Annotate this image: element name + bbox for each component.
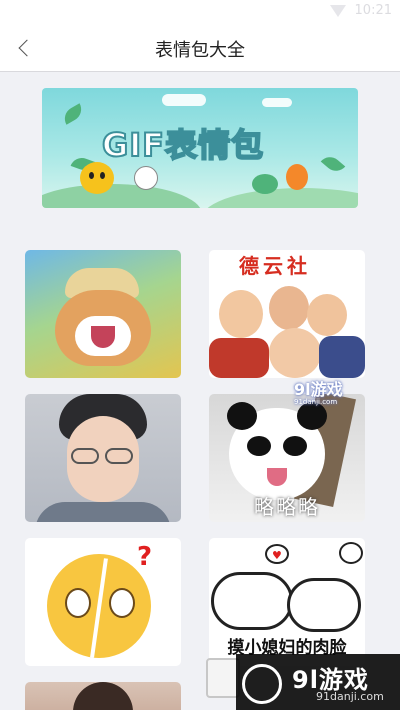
card-caption: 略略略 — [254, 495, 320, 519]
card-top-caption: 德云社 — [239, 254, 311, 278]
meme-card[interactable]: 德云社 — [209, 250, 365, 378]
wifi-icon — [330, 5, 346, 17]
orange-mascot — [286, 164, 308, 190]
meme-card[interactable]: 略略略 — [209, 394, 365, 522]
leaf-decoration — [60, 103, 86, 125]
green-dino-mascot — [252, 174, 278, 194]
caricature-face — [219, 290, 263, 338]
panda-ear — [297, 402, 327, 430]
watermark-logo: 9l游戏 91danji.com — [294, 380, 343, 406]
blob-face-right — [287, 578, 361, 632]
blue-suit — [319, 336, 365, 378]
caricature-face — [269, 286, 309, 330]
watermark-overlay: 9l游戏 91danji.com — [236, 654, 400, 710]
watermark-badge-icon — [242, 664, 282, 704]
caricature-face — [307, 294, 347, 336]
panda-ear — [227, 402, 257, 430]
cloud-decoration — [162, 94, 206, 106]
hill-decoration — [42, 184, 202, 208]
red-suit — [209, 338, 269, 378]
meme-card[interactable] — [25, 394, 181, 522]
page-title: 表情包大全 — [155, 40, 245, 61]
emoji-eye — [109, 588, 135, 618]
jacket — [35, 502, 171, 522]
meme-card[interactable] — [25, 250, 181, 378]
panda-eye-patch — [247, 436, 271, 456]
status-bar: 10:21 — [0, 0, 400, 22]
panda-eye-patch — [283, 436, 307, 456]
glasses-right — [105, 448, 133, 464]
status-time: 10:21 — [354, 3, 392, 18]
watermark-domain: 91danji.com — [316, 690, 384, 703]
floating-action-button[interactable] — [206, 658, 240, 698]
banner-title: GIF表情包 — [101, 125, 265, 165]
emoji-eye — [65, 588, 91, 618]
meme-card[interactable]: ? — [25, 538, 181, 666]
question-mark-icon: ? — [137, 542, 153, 572]
yellow-blob-mascot — [80, 162, 114, 194]
app-header: 表情包大全 — [0, 22, 400, 72]
angry-bubble — [339, 542, 363, 564]
gif-banner[interactable]: GIF表情包 — [42, 88, 358, 208]
meme-face-mascot — [134, 166, 158, 190]
blob-face-left — [211, 572, 293, 630]
hair — [73, 682, 133, 710]
glasses-left — [71, 448, 99, 464]
hill-decoration — [202, 188, 358, 208]
cloud-decoration — [262, 98, 292, 107]
meme-card[interactable] — [25, 682, 181, 710]
meme-card[interactable]: ♥ 摸小媳妇的肉脸 — [209, 538, 365, 666]
leaf-decoration — [320, 152, 346, 176]
heart-icon: ♥ — [272, 549, 282, 562]
caricature-face — [269, 328, 321, 378]
